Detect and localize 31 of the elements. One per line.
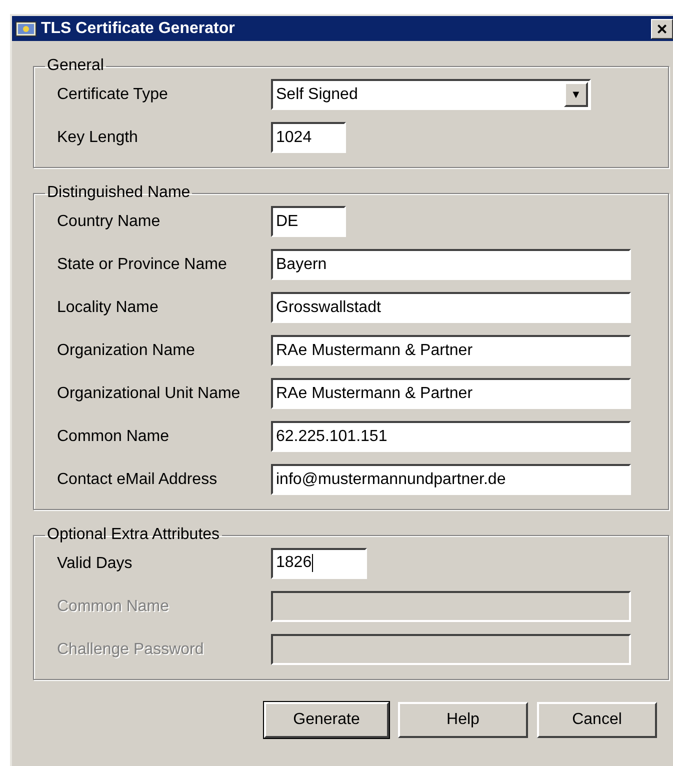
field-label: State or Province Name bbox=[57, 256, 228, 274]
field-label: Contact eMail Address bbox=[57, 470, 218, 488]
group-title: Optional Extra Attributes bbox=[46, 526, 221, 544]
input-field[interactable]: RAe Mustermann & Partner bbox=[271, 335, 631, 366]
field-label: Challenge Password bbox=[57, 640, 205, 658]
field-label: Common Name bbox=[57, 598, 170, 616]
certificate-icon bbox=[15, 20, 37, 36]
dialog-button[interactable]: Help bbox=[398, 702, 528, 738]
dialog-button[interactable]: Cancel bbox=[537, 702, 657, 738]
dropdown[interactable]: Self Signed ▼ bbox=[271, 79, 591, 110]
field-label: Valid Days bbox=[57, 554, 134, 572]
field-label: Key Length bbox=[57, 128, 139, 146]
group-title: Distinguished Name bbox=[46, 184, 192, 202]
field-label: Country Name bbox=[57, 212, 162, 230]
dialog-button[interactable]: Generate bbox=[264, 702, 389, 738]
field-label: Locality Name bbox=[57, 298, 160, 316]
close-button[interactable]: × bbox=[651, 18, 673, 38]
input-field[interactable]: info@mustermannundpartner.de bbox=[271, 464, 631, 495]
input-field[interactable]: RAe Mustermann & Partner bbox=[271, 378, 631, 409]
field-label: Certificate Type bbox=[57, 86, 169, 104]
input-field[interactable]: 1826 bbox=[271, 548, 367, 579]
group-title: General bbox=[46, 57, 105, 75]
input-field[interactable]: DE bbox=[271, 206, 346, 237]
field-label: Common Name bbox=[57, 428, 170, 446]
input-field[interactable]: 62.225.101.151 bbox=[271, 421, 631, 452]
input-field[interactable]: Grosswallstadt bbox=[271, 292, 631, 323]
input-field[interactable]: 1024 bbox=[271, 122, 346, 153]
field-label: Organization Name bbox=[57, 342, 196, 360]
input-field[interactable]: Bayern bbox=[271, 249, 631, 280]
field-label: Organizational Unit Name bbox=[57, 384, 242, 402]
window-title: TLS Certificate Generator bbox=[41, 20, 236, 38]
